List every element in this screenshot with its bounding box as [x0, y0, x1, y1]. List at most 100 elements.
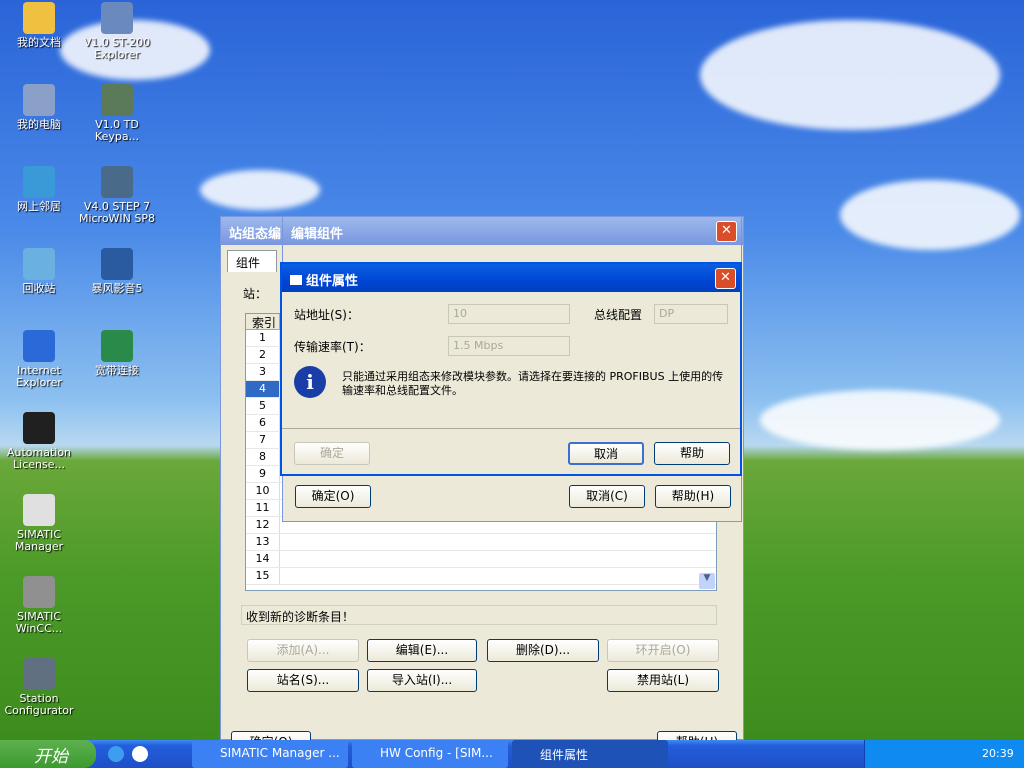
row-index: 12	[246, 517, 280, 533]
info-icon: i	[294, 366, 326, 398]
props-help-button[interactable]: 帮助	[654, 442, 730, 465]
desktop-icon[interactable]: SIMATIC Manager	[0, 494, 78, 553]
quick-launch-icon[interactable]	[108, 746, 124, 762]
table-row[interactable]: 14	[246, 551, 716, 568]
app-icon	[290, 275, 302, 285]
table-row[interactable]: 13	[246, 534, 716, 551]
desktop-icon[interactable]: 网上邻居	[0, 166, 78, 213]
props-ok-button[interactable]: 确定	[294, 442, 370, 465]
desktop-icon-label: 我的电脑	[17, 118, 61, 131]
app-icon	[101, 166, 133, 198]
row-index: 15	[246, 568, 280, 584]
app-icon	[23, 576, 55, 608]
window-title: 站组态编	[229, 227, 282, 242]
window-title: 编辑组件	[291, 227, 344, 242]
station-label: 站：	[243, 287, 268, 301]
desktop-icon[interactable]: Automation License...	[0, 412, 78, 471]
desktop-icon[interactable]: Station Configurator	[0, 658, 78, 717]
desktop-icon-label: 网上邻居	[17, 200, 61, 213]
row-index: 8	[246, 449, 280, 465]
row-index: 6	[246, 415, 280, 431]
desktop-icon-label: Station Configurator	[4, 692, 74, 717]
row-index: 13	[246, 534, 280, 550]
app-icon	[101, 330, 133, 362]
row-index: 2	[246, 347, 280, 363]
start-button[interactable]: 开始	[0, 740, 96, 768]
desktop-icon-label: 我的文档	[17, 36, 61, 49]
desktop-icon[interactable]: 我的文档	[0, 2, 78, 49]
edit-button[interactable]: 编辑(E)...	[367, 639, 477, 662]
desktop-icon[interactable]: 回收站	[0, 248, 78, 295]
app-icon	[23, 248, 55, 280]
desktop-icon-label: 回收站	[22, 282, 56, 295]
desktop-icon-label: V1.0 TD Keypa...	[94, 118, 140, 143]
app-icon	[23, 2, 55, 34]
station-address-spinner[interactable]: 10	[448, 304, 570, 324]
desktop-icon[interactable]: V1.0 ST-200 Explorer	[78, 2, 156, 61]
status-bar: 收到新的诊断条目！	[241, 605, 717, 625]
desktop-icon-label: V1.0 ST-200 Explorer	[83, 36, 151, 61]
row-index: 7	[246, 432, 280, 448]
app-icon	[101, 2, 133, 34]
app-icon	[23, 84, 55, 116]
station-name-button[interactable]: 站名(S)...	[247, 669, 359, 692]
delete-button[interactable]: 删除(D)...	[487, 639, 599, 662]
row-index: 11	[246, 500, 280, 516]
task-hw-config[interactable]: HW Config - [SIM...	[352, 740, 508, 768]
window-title: 组件属性	[306, 274, 359, 289]
bus-config-select[interactable]: DP	[654, 304, 728, 324]
import-station-button[interactable]: 导入站(I)...	[367, 669, 477, 692]
edit-ok-button[interactable]: 确定(O)	[295, 485, 371, 508]
disable-station-button[interactable]: 禁用站(L)	[607, 669, 719, 692]
close-icon[interactable]: ✕	[716, 221, 737, 242]
desktop-icon[interactable]: 暴风影音5	[78, 248, 156, 295]
task-simatic-manager[interactable]: SIMATIC Manager ...	[192, 740, 348, 768]
desktop-icon-label: 宽带连接	[95, 364, 139, 377]
desktop-icon[interactable]: 我的电脑	[0, 84, 78, 131]
separator	[282, 428, 740, 429]
row-index: 10	[246, 483, 280, 499]
desktop-icon[interactable]: V4.0 STEP 7 MicroWIN SP8	[78, 166, 156, 225]
desktop-icon[interactable]: V1.0 TD Keypa...	[78, 84, 156, 143]
app-icon	[23, 494, 55, 526]
close-icon[interactable]: ✕	[715, 268, 736, 289]
ring-on-button[interactable]: 环开启(O)	[607, 639, 719, 662]
transfer-rate-select[interactable]: 1.5 Mbps	[448, 336, 570, 356]
desktop-icon-label: SIMATIC WinCC...	[15, 610, 63, 635]
row-index: 4	[246, 381, 280, 397]
desktop-icon-label: 暴风影音5	[91, 282, 143, 295]
add-button[interactable]: 添加(A)...	[247, 639, 359, 662]
table-row[interactable]: 15	[246, 568, 716, 585]
edit-component-titlebar[interactable]: 编辑组件 ✕	[283, 217, 741, 245]
component-properties-window: 组件属性 ✕ 站地址(S)： 10 总线配置 DP 传输速率(T)： 1.5 Mb…	[280, 262, 742, 476]
scroll-down-button[interactable]: ▼	[699, 573, 715, 589]
clock: 20:39	[982, 747, 1014, 760]
rate-label: 传输速率(T)：	[294, 340, 371, 354]
edit-help-button[interactable]: 帮助(H)	[655, 485, 731, 508]
task-component-properties[interactable]: 组件属性	[512, 740, 668, 768]
app-icon	[101, 248, 133, 280]
quick-launch-icon[interactable]	[132, 746, 148, 762]
info-text: 只能通过采用组态来修改模块参数。请选择在要连接的 PROFIBUS 上使用的传输…	[342, 370, 724, 397]
col-index-header: 索引	[246, 314, 280, 330]
addr-label: 站地址(S)：	[294, 308, 359, 322]
desktop-icon[interactable]: Internet Explorer	[0, 330, 78, 389]
row-index: 14	[246, 551, 280, 567]
app-icon	[101, 84, 133, 116]
edit-cancel-button[interactable]: 取消(C)	[569, 485, 645, 508]
row-index: 9	[246, 466, 280, 482]
row-index: 3	[246, 364, 280, 380]
app-icon	[23, 166, 55, 198]
app-icon	[23, 330, 55, 362]
desktop-icon-label: Automation License...	[6, 446, 72, 471]
desktop-icon[interactable]: 宽带连接	[78, 330, 156, 377]
desktop-icon[interactable]: SIMATIC WinCC...	[0, 576, 78, 635]
desktop-icon-label: Internet Explorer	[16, 364, 62, 389]
props-cancel-button[interactable]: 取消	[568, 442, 644, 465]
app-icon	[23, 412, 55, 444]
row-index: 1	[246, 330, 280, 346]
tab-components[interactable]: 组件	[227, 250, 277, 272]
props-titlebar[interactable]: 组件属性 ✕	[282, 264, 740, 292]
app-icon	[23, 658, 55, 690]
desktop-icon-label: V4.0 STEP 7 MicroWIN SP8	[78, 200, 156, 225]
